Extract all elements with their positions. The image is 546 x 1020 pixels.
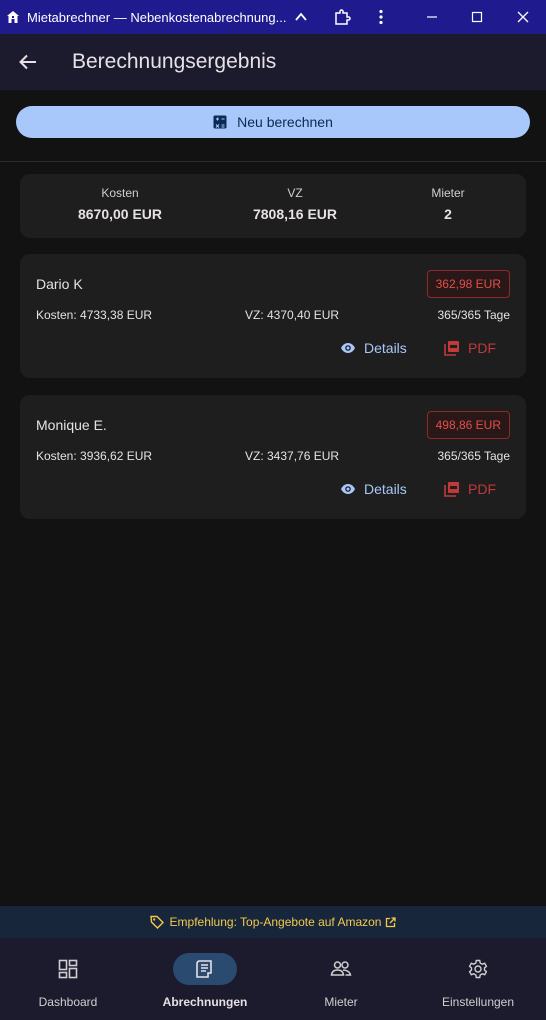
dashboard-icon xyxy=(36,953,100,985)
summary-tenants: Mieter 2 xyxy=(368,186,528,222)
nav-abrechnungen[interactable]: Abrechnungen xyxy=(137,938,273,1020)
people-icon xyxy=(309,953,373,985)
home-icon xyxy=(5,9,21,25)
nav-mieter[interactable]: Mieter xyxy=(273,938,409,1020)
tenant-costs: Kosten: 4733,38 EUR xyxy=(36,308,153,322)
pdf-label: PDF xyxy=(468,481,496,497)
tenant-card: Monique E. 498,86 EUR Kosten: 3936,62 EU… xyxy=(20,395,526,519)
arrow-back-icon[interactable] xyxy=(16,50,40,74)
maximize-icon[interactable] xyxy=(457,0,497,34)
recalculate-button[interactable]: Neu berechnen xyxy=(16,106,530,138)
nav-mieter-label: Mieter xyxy=(324,995,358,1009)
tag-icon xyxy=(149,915,164,929)
tenant-costs: Kosten: 3936,62 EUR xyxy=(36,449,153,463)
external-link-icon xyxy=(385,916,397,928)
window-title: Mietabrechner — Nebenkostenabrechnung... xyxy=(27,9,287,25)
summary-card: Kosten 8670,00 EUR VZ 7808,16 EUR Mieter… xyxy=(20,174,526,238)
summary-tenants-label: Mieter xyxy=(431,186,465,200)
receipt-icon xyxy=(173,953,237,985)
balance-badge: 362,98 EUR xyxy=(426,270,510,298)
eye-icon xyxy=(340,481,356,497)
pdf-label: PDF xyxy=(468,340,496,356)
recalculate-label: Neu berechnen xyxy=(237,114,333,130)
tenant-name: Dario K xyxy=(36,276,83,292)
settings-icon xyxy=(446,953,510,985)
nav-einstellungen-label: Einstellungen xyxy=(441,995,515,1009)
details-button[interactable]: Details xyxy=(340,479,407,499)
recalc-section: Neu berechnen xyxy=(0,90,546,162)
pdf-icon xyxy=(444,340,460,356)
summary-costs-label: Kosten xyxy=(101,186,139,200)
app-bar: Berechnungsergebnis xyxy=(0,34,546,90)
summary-costs: Kosten 8670,00 EUR xyxy=(40,186,200,222)
calculator-icon xyxy=(213,115,227,129)
pdf-button[interactable]: PDF xyxy=(444,338,496,358)
pdf-button[interactable]: PDF xyxy=(444,479,496,499)
close-icon[interactable] xyxy=(503,0,543,34)
nav-einstellungen[interactable]: Einstellungen xyxy=(410,938,546,1020)
promo-banner[interactable]: Empfehlung: Top-Angebote auf Amazon xyxy=(0,906,546,938)
balance-badge: 498,86 EUR xyxy=(426,411,510,439)
tenant-name: Monique E. xyxy=(36,417,107,433)
nav-abrechnungen-label: Abrechnungen xyxy=(162,995,248,1009)
summary-prepay-value: 7808,16 EUR xyxy=(252,206,338,222)
window-titlebar: Mietabrechner — Nebenkostenabrechnung... xyxy=(0,0,546,34)
nav-dashboard[interactable]: Dashboard xyxy=(0,938,136,1020)
tenant-prepay: VZ: 3437,76 EUR xyxy=(245,449,340,463)
pdf-icon xyxy=(444,481,460,497)
nav-dashboard-label: Dashboard xyxy=(38,995,98,1009)
details-label: Details xyxy=(364,340,407,356)
bottom-navigation: Dashboard Abrechnungen Mieter Einstellun… xyxy=(0,938,546,1020)
extension-icon[interactable] xyxy=(322,0,362,34)
more-vert-icon[interactable] xyxy=(361,0,401,34)
minimize-icon[interactable] xyxy=(412,0,452,34)
details-button[interactable]: Details xyxy=(340,338,407,358)
tenant-card: Dario K 362,98 EUR Kosten: 4733,38 EUR V… xyxy=(20,254,526,378)
summary-prepay-label: VZ xyxy=(287,186,303,200)
page-title: Berechnungsergebnis xyxy=(72,50,277,73)
tenant-days: 365/365 Tage xyxy=(437,449,510,463)
eye-icon xyxy=(340,340,356,356)
tenant-prepay: VZ: 4370,40 EUR xyxy=(245,308,340,322)
summary-tenants-value: 2 xyxy=(444,206,452,222)
promo-text: Empfehlung: Top-Angebote auf Amazon xyxy=(169,915,382,929)
chevron-up-icon[interactable] xyxy=(281,0,321,34)
details-label: Details xyxy=(364,481,407,497)
tenant-days: 365/365 Tage xyxy=(437,308,510,322)
summary-prepay: VZ 7808,16 EUR xyxy=(215,186,375,222)
summary-costs-value: 8670,00 EUR xyxy=(77,206,163,222)
